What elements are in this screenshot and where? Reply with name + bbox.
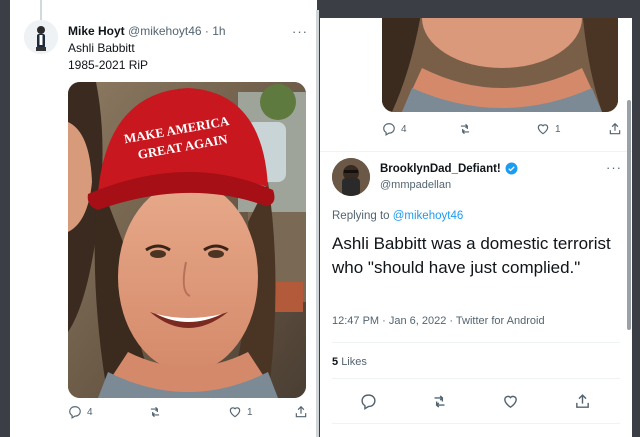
share-button[interactable] (574, 393, 591, 410)
share-icon (609, 122, 621, 135)
author-name[interactable]: Mike Hoyt (68, 24, 125, 38)
author-name[interactable]: BrooklynDad_Defiant! (380, 163, 501, 175)
share-icon (576, 394, 589, 408)
divider (332, 342, 620, 343)
right-tweet-card: 4 1 BrooklynDad_Defiant! @mmpadellan ···… (320, 18, 632, 437)
tweet-body: Ashli Babbitt was a domestic terrorist w… (332, 234, 611, 277)
tweet-meta[interactable]: 12:47 PM · Jan 6, 2022 · Twitter for And… (332, 315, 545, 327)
divider (320, 151, 632, 152)
bottom-tweet-actions (320, 393, 632, 415)
like-button[interactable]: 1 (228, 405, 253, 419)
author-name-row: BrooklynDad_Defiant! (380, 162, 518, 175)
author-handle[interactable]: @mikehoyt46 (128, 24, 202, 38)
tweet-time[interactable]: · 1h (205, 24, 226, 38)
tweet-photo-cropped[interactable] (382, 18, 618, 112)
likes-label: Likes (341, 356, 367, 368)
author-handle[interactable]: @mmpadellan (380, 179, 451, 191)
retweet-icon (150, 406, 160, 418)
reply-count: 4 (401, 123, 407, 135)
more-options-icon[interactable]: ··· (292, 24, 308, 39)
like-icon (504, 395, 517, 409)
like-button[interactable]: 1 (536, 122, 561, 136)
verified-badge-icon (505, 162, 518, 175)
left-author-row: Mike Hoyt @mikehoyt46 · 1h (68, 24, 226, 38)
tweet-text-line2: 1985-2021 RiP (68, 58, 149, 72)
share-button[interactable] (294, 405, 308, 419)
scrollbar-thumb[interactable] (627, 100, 631, 330)
panel-divider (316, 10, 319, 437)
reply-count: 4 (87, 406, 93, 418)
reply-button[interactable] (360, 393, 377, 410)
reply-icon (361, 394, 376, 410)
tweet-photo[interactable]: MAKE AMERICA GREAT AGAIN (68, 82, 306, 398)
replying-to: Replying to @mikehoyt46 (332, 210, 463, 222)
reply-button[interactable]: 4 (68, 405, 93, 419)
share-icon (295, 405, 307, 418)
thread-line (40, 0, 42, 20)
retweet-icon (434, 395, 445, 408)
retweet-button[interactable] (431, 393, 448, 410)
like-button[interactable] (502, 393, 519, 410)
reply-icon (69, 406, 81, 419)
divider (332, 378, 620, 379)
replying-prefix: Replying to (332, 210, 390, 222)
avatar-brooklyndad[interactable] (332, 158, 370, 196)
share-button[interactable] (608, 122, 622, 136)
reply-icon (383, 123, 395, 136)
retweet-button[interactable] (148, 405, 162, 419)
like-icon (229, 407, 241, 418)
likes-summary[interactable]: 5 Likes (332, 356, 367, 368)
retweet-button[interactable] (458, 122, 472, 136)
like-icon (537, 124, 549, 135)
left-tweet-card: Mike Hoyt @mikehoyt46 · 1h ··· Ashli Bab… (10, 0, 317, 437)
more-options-icon[interactable]: ··· (606, 160, 622, 175)
like-count: 1 (247, 406, 253, 418)
likes-count: 5 (332, 356, 339, 368)
retweet-icon (460, 123, 470, 135)
reply-button[interactable]: 4 (382, 122, 407, 136)
divider (332, 423, 620, 424)
replying-handle-link[interactable]: @mikehoyt46 (393, 210, 463, 222)
tweet-text-line1: Ashli Babbitt (68, 41, 135, 55)
like-count: 1 (555, 123, 561, 135)
left-tweet-actions: 4 1 (68, 405, 308, 425)
avatar-mike-hoyt[interactable] (24, 20, 58, 54)
top-tweet-actions: 4 1 (382, 122, 622, 142)
